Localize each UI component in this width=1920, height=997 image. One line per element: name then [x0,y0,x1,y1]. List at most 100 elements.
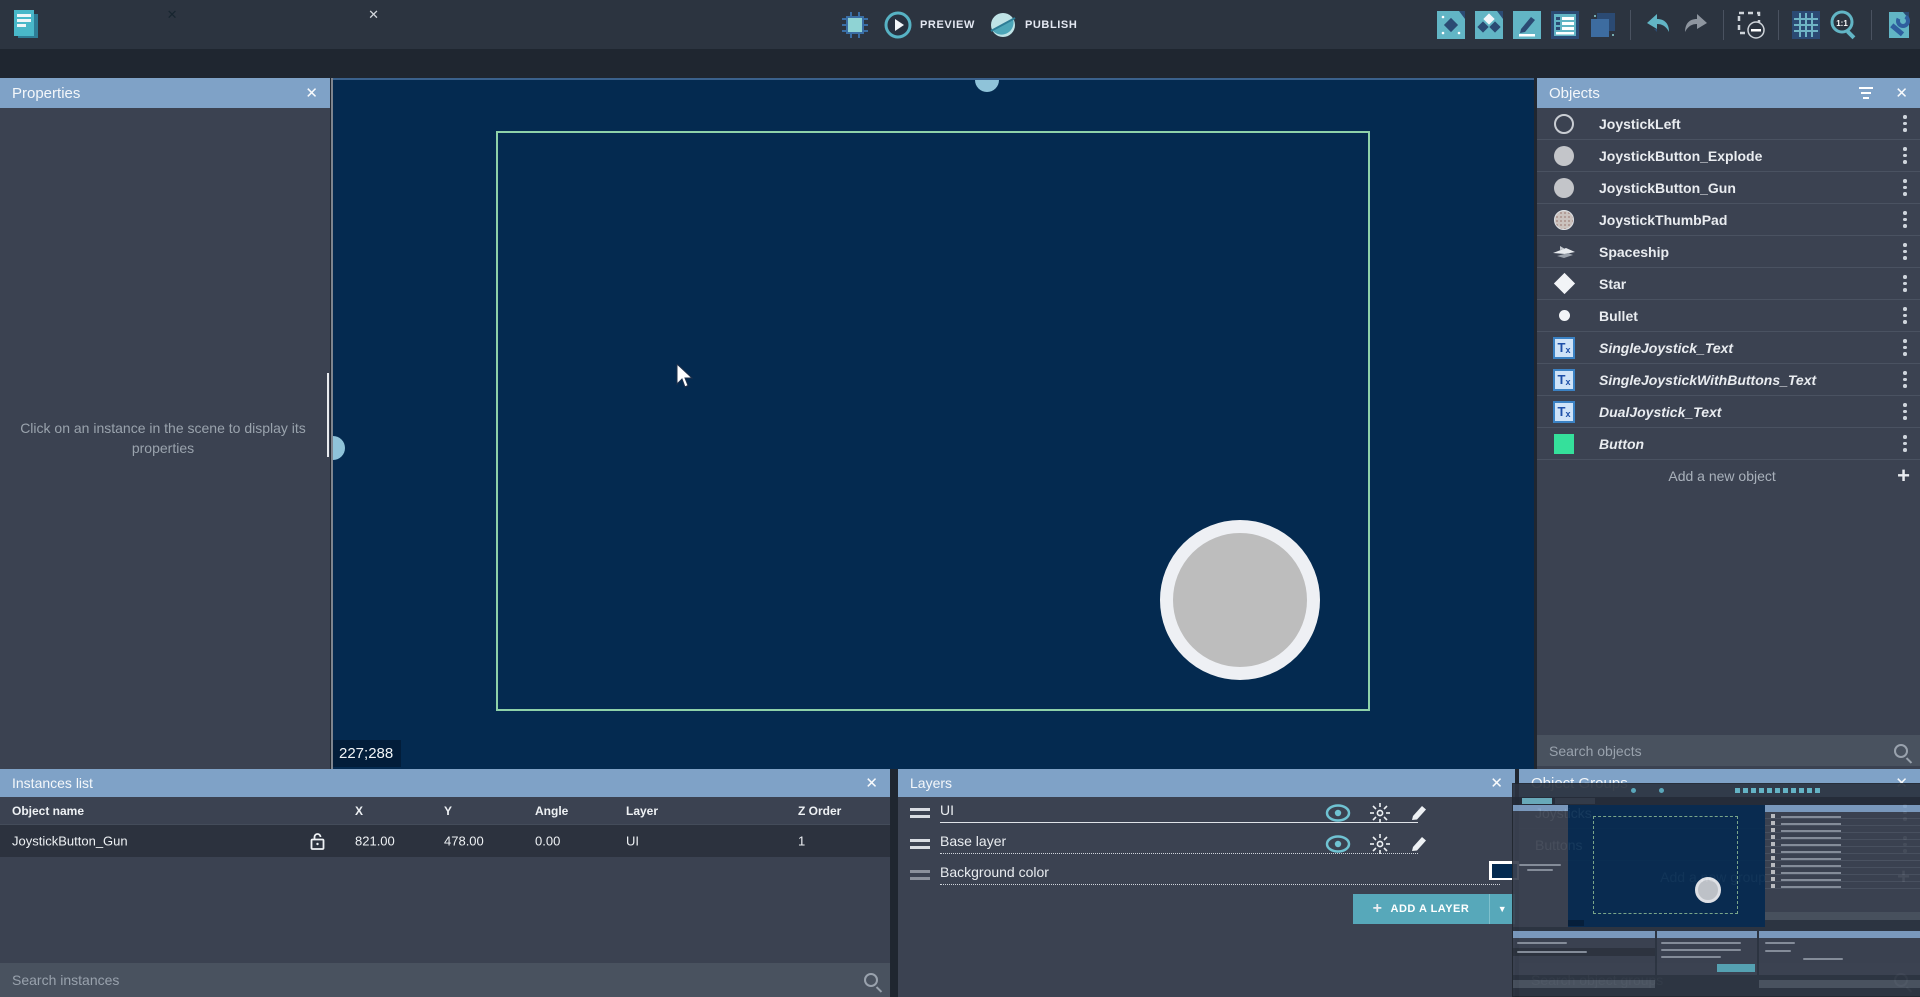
mini-instances-cols [1517,942,1567,944]
preview-button[interactable]: PREVIEW [884,11,975,39]
layer-name[interactable]: Background color [940,864,1500,885]
drag-handle-icon[interactable] [910,808,930,818]
delete-selection-icon[interactable] [1736,10,1766,40]
object-name: SingleJoystick_Text [1599,340,1896,356]
filter-icon[interactable] [1859,87,1873,99]
layers-header: Layers ✕ [898,769,1515,797]
mini-object-icons [1771,814,1775,888]
play-icon [884,11,912,39]
object-row[interactable]: Spaceship [1537,236,1920,268]
object-menu-icon[interactable] [1896,307,1914,324]
canvas-top-scroll-track [333,78,1534,80]
close-icon[interactable]: ✕ [1895,84,1908,102]
object-groups-icon[interactable] [1474,10,1504,40]
object-row[interactable]: JoystickThumbPad [1537,204,1920,236]
object-row[interactable]: JoystickButton_Explode [1537,140,1920,172]
scene-canvas[interactable] [333,78,1534,769]
layer-row-background-color[interactable]: Background color [898,859,1515,890]
plus-icon[interactable]: + [1897,466,1910,486]
edit-layer-pencil-icon[interactable] [1409,834,1429,854]
add-object-row[interactable]: Add a new object + [1537,460,1920,492]
object-row[interactable]: Bullet [1537,300,1920,332]
object-row[interactable]: Star [1537,268,1920,300]
close-icon[interactable]: ✕ [1490,774,1503,792]
object-row[interactable]: Tx SingleJoystickWithButtons_Text [1537,364,1920,396]
instance-x: 821.00 [355,834,395,849]
redo-icon[interactable] [1681,10,1711,40]
objects-search[interactable] [1537,735,1920,766]
mini-layer-row [1661,956,1721,958]
layer-row-ui[interactable]: UI [898,797,1515,828]
mini-groups-search [1759,980,1920,988]
unlock-icon[interactable] [310,832,325,851]
object-row[interactable]: JoystickButton_Gun [1537,172,1920,204]
publish-button[interactable]: PUBLISH [989,11,1077,39]
close-icon[interactable]: ✕ [305,84,318,102]
layer-row-base[interactable]: Base layer [898,828,1515,859]
mini-active-tab [1522,798,1552,804]
layers-icon[interactable] [1588,10,1618,40]
object-menu-icon[interactable] [1896,275,1914,292]
canvas-top-scroll-handle[interactable] [975,80,999,92]
tab-close-icon[interactable]: ✕ [167,7,178,23]
instances-search-input[interactable] [12,972,864,988]
joystick-button-instance[interactable] [1160,520,1320,680]
chevron-down-icon[interactable]: ▼ [1489,894,1515,924]
text-object-icon: Tx [1551,401,1577,423]
add-layer-button[interactable]: + ADD A LAYER ▼ [1353,894,1515,924]
object-row[interactable]: Tx SingleJoystick_Text [1537,332,1920,364]
object-menu-icon[interactable] [1896,243,1914,260]
zoom-1-1-icon[interactable]: 1:1 [1829,10,1859,40]
mini-layer-row [1661,949,1741,951]
object-name: DualJoystick_Text [1599,404,1896,420]
canvas-left-scroll-track [331,78,333,769]
search-icon [1894,744,1908,758]
instances-list-icon[interactable] [1550,10,1580,40]
properties-scrollbar[interactable] [327,373,329,457]
edit-layer-pencil-icon[interactable] [1409,803,1429,823]
mini-properties-text [1519,864,1561,866]
project-manager-icon[interactable] [10,8,42,42]
layer-effects-icon[interactable] [1369,833,1391,855]
visibility-eye-icon[interactable] [1325,835,1351,853]
undo-icon[interactable] [1643,10,1673,40]
add-layer-label: ADD A LAYER [1391,903,1470,915]
object-name: Bullet [1599,308,1896,324]
object-menu-icon[interactable] [1896,115,1914,132]
gray-circle-icon [1551,146,1577,166]
mini-object-names [1781,816,1841,888]
instance-row-selected[interactable]: JoystickButton_Gun 821.00 478.00 0.00 UI… [0,825,890,857]
toolbar-separator [1871,10,1872,40]
col-y: Y [444,804,452,818]
object-menu-icon[interactable] [1896,371,1914,388]
object-row[interactable]: JoystickLeft [1537,108,1920,140]
object-name: JoystickButton_Explode [1599,148,1896,164]
diamond-icon [1551,276,1577,291]
object-menu-icon[interactable] [1896,435,1914,452]
properties-panel: Properties ✕ Click on an instance in the… [0,78,330,769]
col-layer: Layer [626,804,658,818]
object-menu-icon[interactable] [1896,179,1914,196]
scene-settings-icon[interactable] [1884,10,1914,40]
visibility-eye-icon[interactable] [1325,804,1351,822]
debug-icon[interactable] [840,10,870,40]
instance-y: 478.00 [444,834,484,849]
add-object-icon[interactable] [1436,10,1466,40]
object-menu-icon[interactable] [1896,147,1914,164]
object-row[interactable]: Tx DualJoystick_Text [1537,396,1920,428]
object-menu-icon[interactable] [1896,211,1914,228]
close-icon[interactable]: ✕ [865,774,878,792]
object-menu-icon[interactable] [1896,339,1914,356]
properties-header: Properties ✕ [0,78,330,108]
instances-search[interactable] [0,963,890,997]
edit-scene-icon[interactable] [1512,10,1542,40]
toolbar-right-icons: 1:1 [1436,0,1914,49]
grid-icon[interactable] [1791,10,1821,40]
tab-close-icon[interactable]: ✕ [368,7,379,23]
object-row[interactable]: Button [1537,428,1920,460]
mini-add-layer-button [1717,964,1755,972]
drag-handle-icon[interactable] [910,839,930,849]
layer-effects-icon[interactable] [1369,802,1391,824]
objects-search-input[interactable] [1549,743,1894,759]
object-menu-icon[interactable] [1896,403,1914,420]
